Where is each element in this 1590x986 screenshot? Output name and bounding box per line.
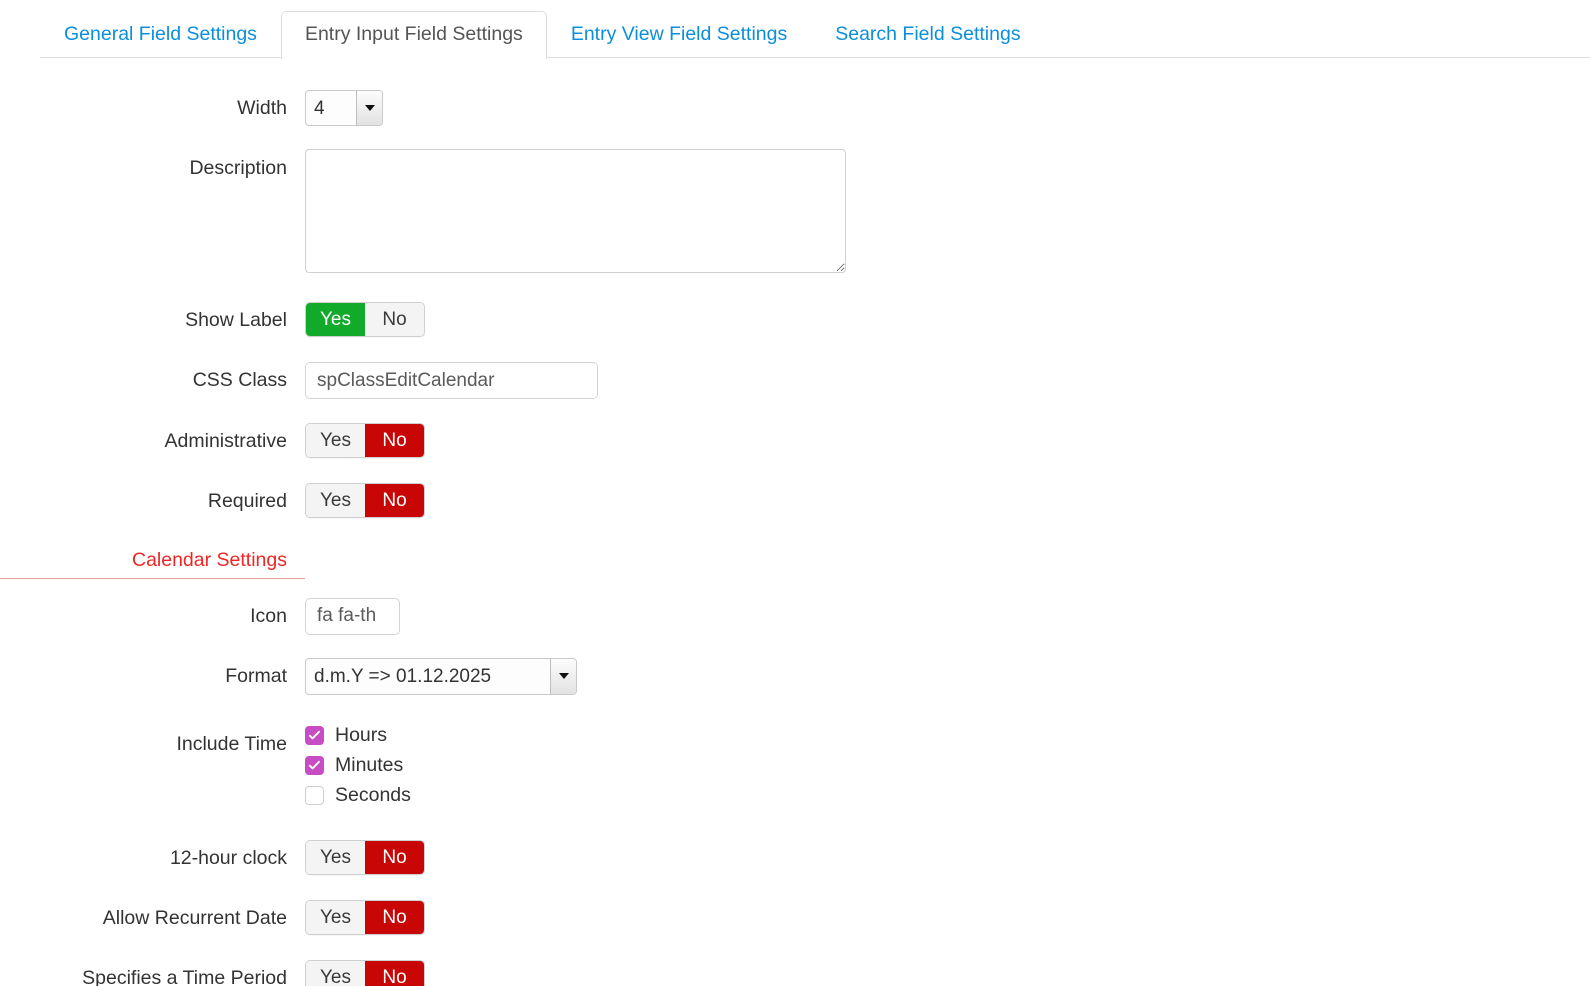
- field-row-include-time: Include Time Hours Minutes Seconds: [0, 719, 1590, 811]
- administrative-toggle[interactable]: Yes No: [305, 423, 425, 458]
- allow-recurrent-date-no-option[interactable]: No: [365, 900, 424, 934]
- calendar-settings-title: Calendar Settings: [0, 550, 305, 579]
- format-select-wrapper: d.m.Y => 01.12.2025: [305, 657, 577, 695]
- twelve-hour-clock-no-option[interactable]: No: [365, 840, 424, 874]
- description-label: Description: [189, 157, 287, 179]
- required-yes-option[interactable]: Yes: [306, 484, 365, 517]
- settings-page: General Field Settings Entry Input Field…: [0, 0, 1590, 986]
- entry-input-field-settings-form: Width 4 Description Show Label Yes No CS…: [0, 58, 1590, 986]
- css-class-label: CSS Class: [192, 369, 287, 391]
- twelve-hour-clock-yes-option[interactable]: Yes: [306, 840, 365, 874]
- seconds-checkbox-label[interactable]: Seconds: [335, 785, 411, 806]
- specifies-time-period-toggle[interactable]: Yes No: [305, 959, 425, 986]
- tab-label: Search Field Settings: [835, 22, 1021, 45]
- allow-recurrent-date-toggle[interactable]: Yes No: [305, 899, 425, 935]
- specifies-time-period-no-option[interactable]: No: [365, 960, 424, 986]
- field-row-show-label: Show Label Yes No: [0, 302, 1590, 337]
- css-class-input[interactable]: [305, 362, 598, 399]
- twelve-hour-clock-toggle[interactable]: Yes No: [305, 839, 425, 875]
- field-row-icon: Icon: [0, 597, 1590, 635]
- tab-label: Entry Input Field Settings: [304, 22, 523, 45]
- tab-entry-view-field-settings[interactable]: Entry View Field Settings: [547, 11, 811, 59]
- icon-input[interactable]: [305, 597, 400, 635]
- hours-checkbox[interactable]: [305, 726, 324, 745]
- description-textarea[interactable]: [305, 149, 846, 273]
- required-label: Required: [207, 490, 287, 512]
- field-row-specifies-time-period: Specifies a Time Period Yes No: [0, 959, 1590, 986]
- show-label-yes-option[interactable]: Yes: [306, 303, 365, 336]
- specifies-time-period-yes-option[interactable]: Yes: [306, 960, 365, 986]
- icon-label: Icon: [250, 604, 287, 627]
- field-row-twelve-hour-clock: 12-hour clock Yes No: [0, 839, 1590, 875]
- field-row-format: Format d.m.Y => 01.12.2025: [0, 657, 1590, 695]
- twelve-hour-clock-label: 12-hour clock: [169, 846, 287, 869]
- hours-checkbox-label[interactable]: Hours: [335, 725, 387, 746]
- field-row-required: Required Yes No: [0, 483, 1590, 518]
- checkbox-row-minutes: Minutes: [305, 751, 1590, 781]
- field-row-description: Description: [0, 149, 1590, 273]
- tab-search-field-settings[interactable]: Search Field Settings: [811, 11, 1044, 59]
- field-row-administrative: Administrative Yes No: [0, 423, 1590, 458]
- tab-entry-input-field-settings[interactable]: Entry Input Field Settings: [280, 10, 547, 59]
- width-select-wrapper: 4: [305, 90, 383, 126]
- allow-recurrent-date-yes-option[interactable]: Yes: [306, 900, 365, 934]
- include-time-label: Include Time: [176, 732, 287, 755]
- checkbox-row-hours: Hours: [305, 721, 1590, 751]
- show-label-toggle[interactable]: Yes No: [305, 302, 425, 337]
- field-row-width: Width 4: [0, 90, 1590, 126]
- required-no-option[interactable]: No: [365, 484, 424, 517]
- show-label-label: Show Label: [185, 309, 287, 331]
- calendar-settings-section: Calendar Settings: [0, 550, 1590, 579]
- format-select[interactable]: d.m.Y => 01.12.2025: [305, 657, 577, 695]
- tab-label: Entry View Field Settings: [570, 22, 788, 45]
- tab-general-field-settings[interactable]: General Field Settings: [40, 11, 281, 59]
- specifies-time-period-label: Specifies a Time Period: [82, 966, 287, 986]
- administrative-label: Administrative: [164, 430, 287, 452]
- format-label: Format: [225, 664, 287, 687]
- minutes-checkbox-label[interactable]: Minutes: [335, 755, 403, 776]
- checkbox-row-seconds: Seconds: [305, 781, 1590, 811]
- settings-tabs: General Field Settings Entry Input Field…: [0, 0, 1590, 59]
- minutes-checkbox[interactable]: [305, 756, 324, 775]
- tab-label: General Field Settings: [64, 22, 257, 45]
- administrative-yes-option[interactable]: Yes: [306, 424, 365, 457]
- seconds-checkbox[interactable]: [305, 786, 324, 805]
- show-label-no-option[interactable]: No: [365, 303, 424, 336]
- required-toggle[interactable]: Yes No: [305, 483, 425, 518]
- allow-recurrent-date-label: Allow Recurrent Date: [102, 906, 287, 929]
- width-label: Width: [237, 97, 287, 119]
- field-row-allow-recurrent-date: Allow Recurrent Date Yes No: [0, 899, 1590, 935]
- width-select[interactable]: 4: [305, 90, 383, 126]
- field-row-css-class: CSS Class: [0, 362, 1590, 399]
- administrative-no-option[interactable]: No: [365, 424, 424, 457]
